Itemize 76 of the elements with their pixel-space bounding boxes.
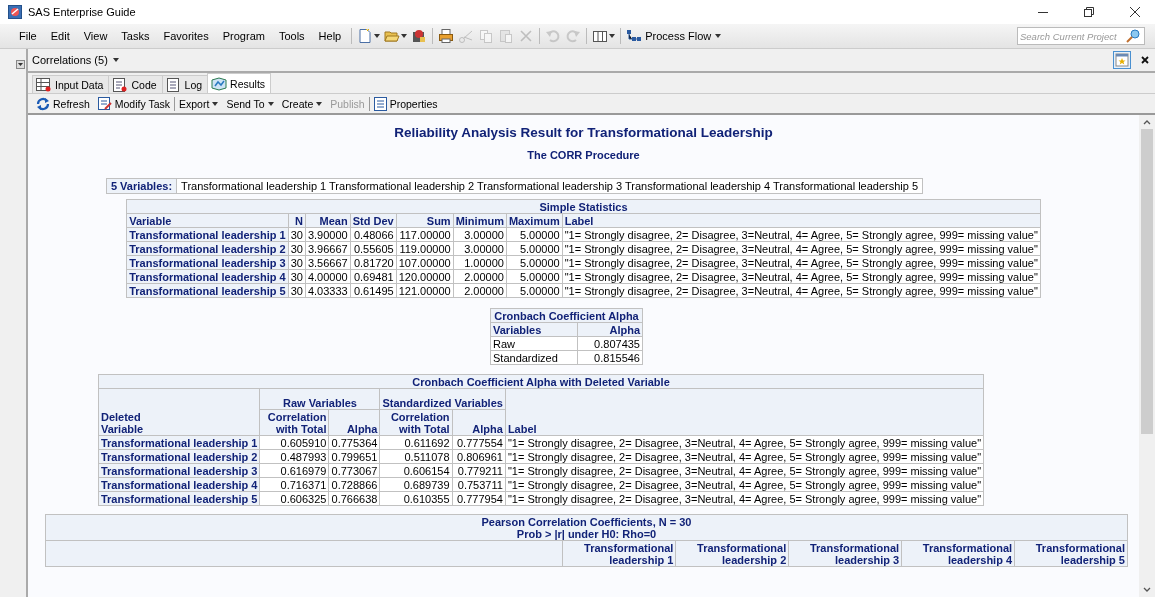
- report-title: Reliability Analysis Result for Transformational Leadership: [394, 125, 773, 140]
- flow-icon: [627, 30, 642, 42]
- caret-icon: [374, 34, 381, 38]
- close-icon[interactable]: [1129, 6, 1141, 18]
- document-icon: [357, 28, 374, 44]
- scissors-icon: [458, 28, 475, 44]
- table-title: Cronbach Coefficient Alpha with Deleted Variable: [98, 374, 984, 389]
- column-header: Transformational leadership 4: [901, 540, 1015, 567]
- menu-item[interactable]: View: [76, 30, 115, 42]
- log-icon: [165, 77, 182, 92]
- toolbar-button[interactable]: Send To: [222, 97, 278, 110]
- code-icon: [112, 77, 129, 92]
- column-header: Correlation with Total: [379, 409, 453, 436]
- copy-icon: [478, 28, 495, 44]
- menu-item[interactable]: Edit: [43, 30, 77, 42]
- undo-icon: [545, 28, 562, 44]
- search-field[interactable]: Search Current Project: [1017, 27, 1145, 45]
- edit-icon: [97, 96, 112, 111]
- column-header: Transformational leadership 5: [1014, 540, 1128, 567]
- toolbar-button[interactable]: Properties: [369, 96, 442, 111]
- printer-icon: [438, 28, 455, 44]
- tab[interactable]: Log: [161, 75, 209, 93]
- app-logo-icon: [8, 5, 22, 19]
- report-subtitle: The CORR Procedure: [527, 149, 640, 161]
- close-icon[interactable]: [1141, 56, 1149, 64]
- columns-icon: [592, 28, 609, 44]
- caret-icon: [316, 101, 323, 106]
- table-icon: [36, 77, 52, 92]
- chart-icon: [211, 76, 228, 91]
- table-title: Cronbach Coefficient Alpha: [490, 308, 643, 323]
- column-header: Correlation with Total: [259, 409, 329, 436]
- caret-icon: [267, 101, 274, 106]
- menu-item[interactable]: Tasks: [114, 30, 157, 42]
- scroll-down-icon[interactable]: [1143, 587, 1151, 593]
- menu-item[interactable]: Program: [215, 30, 272, 42]
- paste-icon: [498, 28, 515, 44]
- scrollbar[interactable]: [1139, 115, 1155, 597]
- table-title: Simple Statistics: [126, 199, 1041, 214]
- collapse-icon[interactable]: [16, 60, 25, 69]
- tab[interactable]: Code: [108, 75, 163, 93]
- scroll-up-icon[interactable]: [1143, 119, 1151, 125]
- window-icon[interactable]: [1113, 51, 1131, 69]
- folder-icon: [384, 28, 401, 44]
- menu-item[interactable]: Help: [311, 30, 349, 42]
- column-header: Deleted Variable: [100, 411, 145, 435]
- column-header: Label: [505, 388, 984, 436]
- toolbar-button[interactable]: Create: [277, 97, 327, 110]
- tab[interactable]: Results: [207, 73, 272, 93]
- toolbar-button[interactable]: Export: [175, 97, 223, 110]
- tab[interactable]: Input Data: [32, 75, 110, 93]
- caret-icon: [212, 101, 219, 106]
- caret-icon: [609, 34, 616, 38]
- search-icon: [1126, 29, 1140, 43]
- table-header: 5 Variables:: [106, 178, 177, 194]
- caret-icon: [112, 58, 119, 62]
- refresh-icon: [36, 96, 50, 111]
- column-header: Transformational leadership 1: [562, 540, 676, 567]
- toolbar-button[interactable]: Modify Task: [93, 96, 174, 111]
- menu-item[interactable]: Tools: [271, 30, 312, 42]
- menu-item[interactable]: Favorites: [156, 30, 216, 42]
- column-header: Transformational leadership 2: [675, 540, 789, 567]
- restore-icon[interactable]: [1083, 6, 1095, 18]
- table-title: Pearson Correlation Coefficients, N = 30 Prob > |r| under H0: Rho=0: [45, 514, 1128, 541]
- redo-icon: [565, 28, 582, 44]
- table-cell: Transformational leadership 1 Transformational leadership 2 Transformational leadership 3 Transformational leadership 4 Transformational leadership 5: [176, 178, 923, 194]
- list-icon: [373, 96, 387, 111]
- menu-item[interactable]: File: [12, 30, 44, 42]
- caret-icon: [401, 34, 408, 38]
- column-header: Transformational leadership 3: [788, 540, 902, 567]
- window-title: SAS Enterprise Guide: [28, 6, 136, 18]
- caret-icon: [715, 34, 722, 38]
- box-icon: [411, 28, 428, 44]
- process-flow-button[interactable]: Process Flow: [624, 30, 725, 42]
- document-tab[interactable]: Correlations (5): [32, 54, 119, 66]
- delete-icon: [518, 28, 535, 44]
- toolbar-button[interactable]: Refresh: [32, 96, 94, 111]
